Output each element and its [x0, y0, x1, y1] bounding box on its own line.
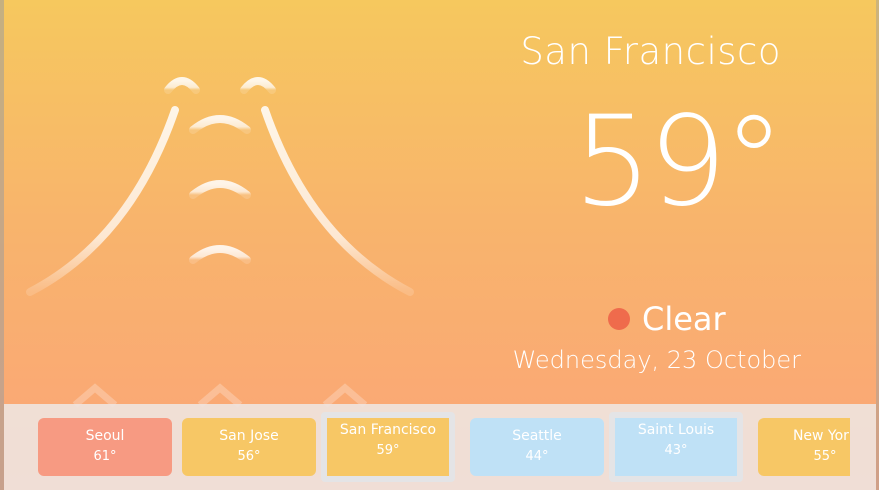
city-card-temp: 59° [376, 443, 400, 458]
current-temperature: 59° [573, 90, 785, 234]
city-card-name: San Francisco [339, 422, 437, 438]
current-date: Wednesday, 23 October [512, 346, 801, 374]
city-carousel: Seoul 61° San Jose 56° San Francisco 59°… [4, 404, 876, 490]
city-name: San Francisco [520, 30, 781, 73]
city-card-temp: 43° [664, 443, 688, 458]
condition-dot-icon [608, 308, 630, 330]
city-card-san-jose[interactable]: San Jose 56° [182, 418, 316, 476]
city-card-seattle[interactable]: Seattle 44° [470, 418, 604, 476]
city-card-name: Saint Louis [637, 422, 715, 438]
city-card-temp: 61° [93, 449, 117, 464]
city-card-name: San Jose [219, 428, 279, 444]
city-card-temp: 56° [237, 449, 261, 464]
city-card-temp: 44° [525, 449, 549, 464]
weather-app: San Francisco 59° Clear Wednesday, 23 Oc… [0, 0, 879, 490]
golden-gate-bridge-icon [26, 77, 414, 410]
city-card-temp: 55° [813, 449, 837, 464]
weather-condition: Clear [608, 300, 726, 338]
city-card-seoul[interactable]: Seoul 61° [38, 418, 172, 476]
city-card-name: Seoul [85, 428, 125, 444]
condition-label: Clear [642, 300, 726, 338]
city-card-saint-louis[interactable]: Saint Louis 43° [609, 412, 743, 482]
city-card-san-francisco[interactable]: San Francisco 59° [321, 412, 455, 482]
city-card-new-york[interactable]: New York 55° [758, 418, 850, 476]
city-card-name: Seattle [512, 428, 562, 444]
city-carousel-track: Seoul 61° San Jose 56° San Francisco 59°… [38, 412, 850, 484]
city-card-name: New York [792, 428, 850, 444]
